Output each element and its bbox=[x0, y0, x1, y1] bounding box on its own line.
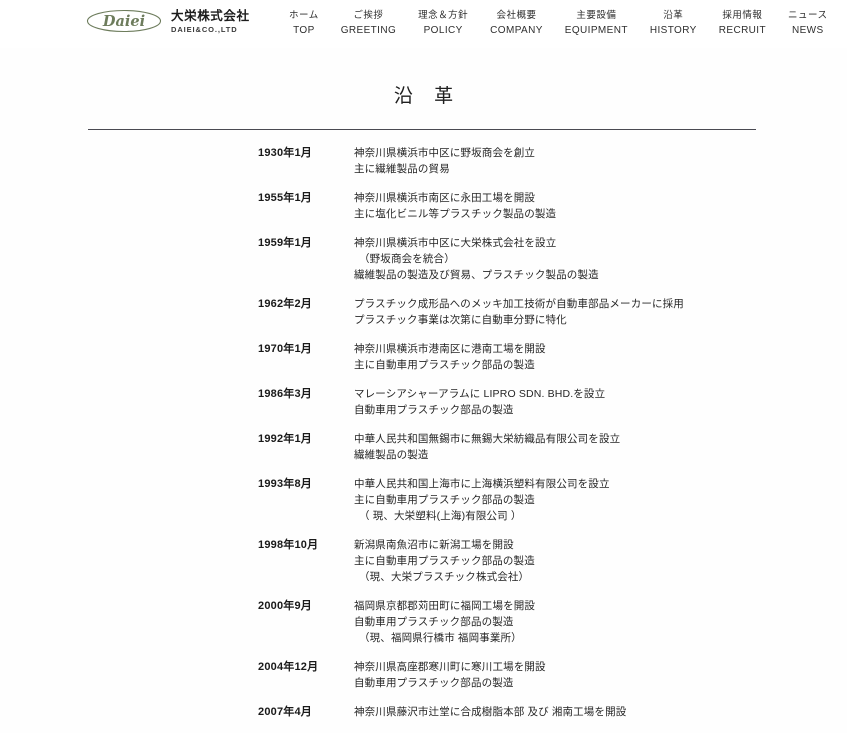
history-row: 1970年1月 神奈川県横浜市港南区に港南工場を開設 主に自動車用プラスチック部品の… bbox=[0, 341, 847, 386]
brand-logo-link[interactable]: Daiei 大栄株式会社 DAIEI&CO.,LTD bbox=[86, 6, 250, 36]
history-row: 1930年1月 神奈川県横浜市中区に野坂商会を創立 主に繊維製品の貿易 bbox=[0, 145, 847, 190]
history-description-line: 神奈川県高座郡寒川町に寒川工場を開設 bbox=[354, 661, 546, 673]
history-date: 2000年9月 bbox=[258, 600, 312, 612]
history-description: 神奈川県横浜市南区に永田工場を開設主に塩化ビニル等プラスチック製品の製造 bbox=[354, 190, 847, 222]
nav-item-policy-jp: 理念＆方針 bbox=[418, 10, 469, 21]
history-date: 1930年1月 bbox=[258, 147, 312, 159]
brand-company-en: DAIEI&CO.,LTD bbox=[171, 24, 238, 34]
history-row: 1998年10月 新潟県南魚沼市に新潟工場を開設主に自動車用プラスチック部品の製造… bbox=[0, 537, 847, 598]
history-description-line: 福岡県京都郡苅田町に福岡工場を開設 bbox=[354, 600, 536, 612]
history-description: 神奈川県横浜市中区に野坂商会を創立 主に繊維製品の貿易 bbox=[354, 145, 847, 177]
history-row: 1992年1月 中華人民共和国無錫市に無錫大栄紡織品有限公司を設立 繊維製品の製造 bbox=[0, 431, 847, 476]
history-description-line: 繊維製品の製造及び貿易、プラスチック製品の製造 bbox=[354, 269, 599, 281]
history-description-line: 主に自動車用プラスチック部品の製造 bbox=[354, 555, 535, 567]
history-description-line: 主に自動車用プラスチック部品の製造 bbox=[354, 359, 535, 371]
nav-item-greeting-en: GREETING bbox=[340, 24, 397, 36]
nav-item-history[interactable]: 沿革 HISTORY bbox=[639, 11, 708, 36]
history-date: 1962年2月 bbox=[258, 298, 312, 310]
history-timeline: 1930年1月 神奈川県横浜市中区に野坂商会を創立 主に繊維製品の貿易 1955年1月… bbox=[0, 130, 847, 733]
history-description: 神奈川県横浜市中区に大栄株式会社を設立 （野坂商会を統合） 繊維製品の製造及び貿易、… bbox=[354, 235, 847, 283]
nav-item-company-en: COMPANY bbox=[490, 24, 543, 36]
history-description-line: 神奈川県横浜市中区に大栄株式会社を設立 bbox=[354, 237, 557, 249]
history-description-line: 主に繊維製品の貿易 bbox=[354, 163, 450, 175]
nav-item-history-jp: 沿革 bbox=[663, 10, 684, 21]
history-date: 1955年1月 bbox=[258, 192, 312, 204]
history-description: 新潟県南魚沼市に新潟工場を開設主に自動車用プラスチック部品の製造 （現、大栄プラス… bbox=[354, 537, 847, 585]
history-date: 1998年10月 bbox=[258, 539, 319, 551]
history-row: 1959年1月 神奈川県横浜市中区に大栄株式会社を設立 （野坂商会を統合） 繊維製品の… bbox=[0, 235, 847, 296]
nav-item-top-jp: ホーム bbox=[289, 10, 319, 21]
site-header: Daiei 大栄株式会社 DAIEI&CO.,LTD ホーム TOP ご挨拶 G… bbox=[0, 0, 847, 48]
history-row: 2000年9月 福岡県京都郡苅田町に福岡工場を開設 自動車用プラスチック部品の製造 （… bbox=[0, 598, 847, 659]
history-description-line: 主に塩化ビニル等プラスチック製品の製造 bbox=[354, 208, 557, 220]
nav-item-equipment[interactable]: 主要設備 EQUIPMENT bbox=[554, 11, 639, 36]
history-description-line: （現、福岡県行橋市 福岡事業所） bbox=[359, 632, 522, 644]
history-description: 福岡県京都郡苅田町に福岡工場を開設 自動車用プラスチック部品の製造 （現、福岡県行橋… bbox=[354, 598, 847, 646]
history-date: 1986年3月 bbox=[258, 388, 312, 400]
nav-item-greeting-jp: ご挨拶 bbox=[353, 10, 384, 21]
history-date: 1992年1月 bbox=[258, 433, 312, 445]
history-description-line: 自動車用プラスチック部品の製造 bbox=[354, 404, 514, 416]
nav-item-top[interactable]: ホーム TOP bbox=[278, 11, 330, 36]
main-content: 沿 革 1930年1月 神奈川県横浜市中区に野坂商会を創立 主に繊維製品の貿易 195… bbox=[0, 48, 847, 733]
history-date: 1970年1月 bbox=[258, 343, 312, 355]
history-description-line: プラスチック事業は次第に自動車分野に特化 bbox=[354, 314, 567, 326]
history-date: 1993年8月 bbox=[258, 478, 312, 490]
nav-item-news-en: NEWS bbox=[791, 24, 824, 36]
nav-item-news-jp: ニュース bbox=[788, 10, 828, 21]
history-date: 2007年4月 bbox=[258, 706, 312, 718]
nav-item-recruit-jp: 採用情報 bbox=[722, 10, 763, 21]
main-navigation: ホーム TOP ご挨拶 GREETING 理念＆方針 POLICY 会社概要 C… bbox=[278, 11, 847, 36]
nav-item-equipment-en: EQUIPMENT bbox=[564, 24, 628, 36]
history-description-line: 神奈川県横浜市中区に野坂商会を創立 bbox=[354, 147, 536, 159]
nav-item-greeting[interactable]: ご挨拶 GREETING bbox=[330, 11, 407, 36]
history-description: 神奈川県高座郡寒川町に寒川工場を開設 自動車用プラスチック部品の製造 bbox=[354, 659, 847, 691]
history-description-line: 繊維製品の製造 bbox=[354, 449, 429, 461]
history-description-line: 神奈川県横浜市港南区に港南工場を開設 bbox=[354, 343, 546, 355]
nav-item-recruit-en: RECRUIT bbox=[718, 24, 766, 36]
history-description-line: 中華人民共和国無錫市に無錫大栄紡織品有限公司を設立 bbox=[354, 433, 621, 445]
nav-item-policy[interactable]: 理念＆方針 POLICY bbox=[407, 11, 479, 36]
brand-names: 大栄株式会社 DAIEI&CO.,LTD bbox=[171, 9, 250, 33]
history-description-line: 自動車用プラスチック部品の製造 bbox=[354, 677, 514, 689]
history-description-line: 自動車用プラスチック部品の製造 bbox=[354, 616, 514, 628]
history-row: 2004年12月 神奈川県高座郡寒川町に寒川工場を開設 自動車用プラスチック部品の製… bbox=[0, 659, 847, 704]
history-description-line: マレーシアシャーアラムに LIPRO SDN. BHD.を設立 bbox=[354, 388, 606, 400]
history-description: 中華人民共和国上海市に上海横浜塑料有限公司を設立 主に自動車用プラスチック部品の製… bbox=[354, 476, 847, 524]
history-row: 1962年2月 プラスチック成形品へのメッキ加工技術が自動車部品メーカーに採用 プラ… bbox=[0, 296, 847, 341]
history-row: 1955年1月 神奈川県横浜市南区に永田工場を開設主に塩化ビニル等プラスチック製品… bbox=[0, 190, 847, 235]
history-row: 1986年3月 マレーシアシャーアラムに LIPRO SDN. BHD.を設立 自動… bbox=[0, 386, 847, 431]
nav-item-top-en: TOP bbox=[293, 24, 315, 36]
nav-item-news[interactable]: ニュース NEWS bbox=[777, 11, 839, 36]
nav-item-contact[interactable]: お問い合わせ CONTACT bbox=[839, 11, 847, 36]
history-description: マレーシアシャーアラムに LIPRO SDN. BHD.を設立 自動車用プラスチッ… bbox=[354, 386, 847, 418]
nav-item-policy-en: POLICY bbox=[423, 24, 463, 36]
ellipse-script-logo-icon: Daiei bbox=[86, 9, 162, 33]
history-description: 神奈川県藤沢市辻堂に合成樹脂本部 及び 湘南工場を開設 bbox=[354, 704, 847, 720]
nav-item-recruit[interactable]: 採用情報 RECRUIT bbox=[708, 11, 777, 36]
history-date: 1959年1月 bbox=[258, 237, 312, 249]
history-description: 神奈川県横浜市港南区に港南工場を開設 主に自動車用プラスチック部品の製造 bbox=[354, 341, 847, 373]
history-row: 2007年4月 神奈川県藤沢市辻堂に合成樹脂本部 及び 湘南工場を開設 bbox=[0, 704, 847, 733]
history-description: プラスチック成形品へのメッキ加工技術が自動車部品メーカーに採用 プラスチック事業は… bbox=[354, 296, 847, 328]
history-date: 2004年12月 bbox=[258, 661, 319, 673]
history-description-line: 主に自動車用プラスチック部品の製造 bbox=[354, 494, 535, 506]
nav-item-history-en: HISTORY bbox=[649, 24, 697, 36]
history-description-line: （野坂商会を統合） bbox=[359, 253, 455, 265]
nav-item-company[interactable]: 会社概要 COMPANY bbox=[479, 11, 554, 36]
history-description-line: 神奈川県藤沢市辻堂に合成樹脂本部 及び 湘南工場を開設 bbox=[354, 706, 627, 718]
history-description-line: プラスチック成形品へのメッキ加工技術が自動車部品メーカーに採用 bbox=[354, 298, 684, 310]
history-row: 1993年8月 中華人民共和国上海市に上海横浜塑料有限公司を設立 主に自動車用プラス… bbox=[0, 476, 847, 537]
history-description-line: 神奈川県横浜市南区に永田工場を開設 bbox=[354, 192, 536, 204]
page-title: 沿 革 bbox=[393, 86, 462, 107]
history-description-line: 新潟県南魚沼市に新潟工場を開設 bbox=[354, 539, 514, 551]
history-description: 中華人民共和国無錫市に無錫大栄紡織品有限公司を設立 繊維製品の製造 bbox=[354, 431, 847, 463]
history-description-line: 中華人民共和国上海市に上海横浜塑料有限公司を設立 bbox=[354, 478, 610, 490]
brand-company-jp: 大栄株式会社 bbox=[171, 9, 250, 23]
nav-item-equipment-jp: 主要設備 bbox=[576, 10, 617, 21]
svg-text:Daiei: Daiei bbox=[102, 13, 145, 30]
history-description-line: （現、大栄プラスチック株式会社） bbox=[359, 571, 530, 583]
history-description-line: （ 現、大栄塑料(上海)有限公司 ） bbox=[359, 510, 522, 522]
nav-item-company-jp: 会社概要 bbox=[496, 10, 537, 21]
